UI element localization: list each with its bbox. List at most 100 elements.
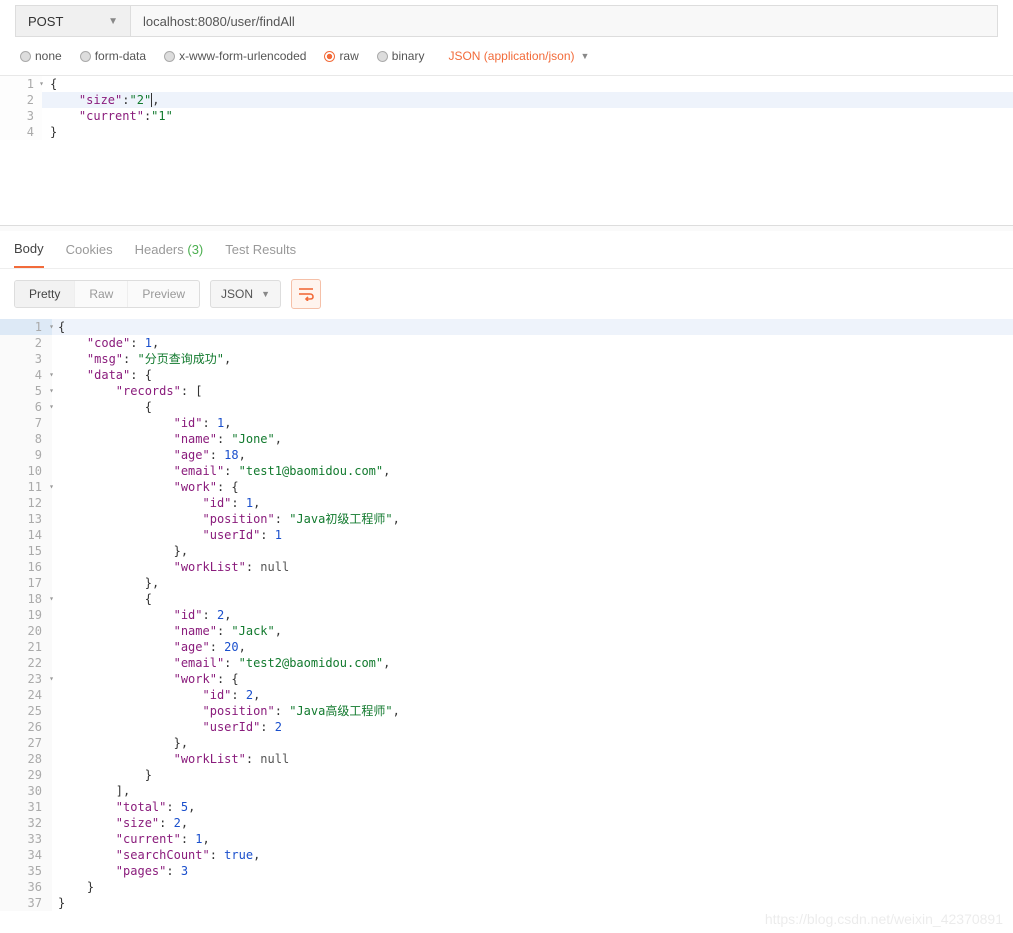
response-line[interactable]: 6▾ {	[0, 399, 1013, 415]
pill-pretty[interactable]: Pretty	[15, 281, 74, 307]
code-content[interactable]: "workList": null	[52, 559, 1013, 575]
radio-raw[interactable]: raw	[324, 49, 358, 63]
code-content[interactable]: "work": {	[52, 479, 1013, 495]
code-content[interactable]: "data": {	[52, 367, 1013, 383]
response-line[interactable]: 28 "workList": null	[0, 751, 1013, 767]
code-content[interactable]: "position": "Java初级工程师",	[52, 511, 1013, 527]
code-content[interactable]: "id": 2,	[52, 687, 1013, 703]
response-line[interactable]: 15 },	[0, 543, 1013, 559]
code-content[interactable]: "searchCount": true,	[52, 847, 1013, 863]
code-content[interactable]: {	[52, 591, 1013, 607]
code-content[interactable]: }	[52, 767, 1013, 783]
code-content[interactable]: "age": 20,	[52, 639, 1013, 655]
fold-caret-icon[interactable]: ▾	[49, 671, 54, 687]
response-line[interactable]: 31 "total": 5,	[0, 799, 1013, 815]
code-content[interactable]: "age": 18,	[52, 447, 1013, 463]
response-line[interactable]: 14 "userId": 1	[0, 527, 1013, 543]
code-content[interactable]: }	[42, 124, 1013, 140]
code-content[interactable]: {	[52, 399, 1013, 415]
code-content[interactable]: "records": [	[52, 383, 1013, 399]
fold-caret-icon[interactable]: ▾	[49, 367, 54, 383]
pill-raw[interactable]: Raw	[74, 281, 127, 307]
response-line[interactable]: 8 "name": "Jone",	[0, 431, 1013, 447]
response-line[interactable]: 34 "searchCount": true,	[0, 847, 1013, 863]
response-line[interactable]: 29 }	[0, 767, 1013, 783]
code-content[interactable]: "total": 5,	[52, 799, 1013, 815]
code-content[interactable]: "userId": 2	[52, 719, 1013, 735]
tab-body[interactable]: Body	[14, 231, 44, 268]
response-line[interactable]: 17 },	[0, 575, 1013, 591]
response-line[interactable]: 37}	[0, 895, 1013, 911]
editor-line[interactable]: 3 "current":"1"	[0, 108, 1013, 124]
fold-caret-icon[interactable]: ▾	[49, 591, 54, 607]
response-line[interactable]: 27 },	[0, 735, 1013, 751]
radio-form-data[interactable]: form-data	[80, 49, 146, 63]
code-content[interactable]: "work": {	[52, 671, 1013, 687]
request-body-editor[interactable]: 1▾{2 "size":"2",3 "current":"1"4}	[0, 75, 1013, 225]
response-line[interactable]: 35 "pages": 3	[0, 863, 1013, 879]
http-method-select[interactable]: POST ▼	[16, 6, 131, 36]
response-line[interactable]: 36 }	[0, 879, 1013, 895]
tab-cookies[interactable]: Cookies	[66, 232, 113, 267]
response-line[interactable]: 13 "position": "Java初级工程师",	[0, 511, 1013, 527]
response-line[interactable]: 26 "userId": 2	[0, 719, 1013, 735]
code-content[interactable]: "size": 2,	[52, 815, 1013, 831]
response-line[interactable]: 1▾{	[0, 319, 1013, 335]
code-content[interactable]: "current": 1,	[52, 831, 1013, 847]
code-content[interactable]: "userId": 1	[52, 527, 1013, 543]
fold-caret-icon[interactable]: ▾	[49, 319, 54, 335]
code-content[interactable]: },	[52, 575, 1013, 591]
response-line[interactable]: 24 "id": 2,	[0, 687, 1013, 703]
radio-none[interactable]: none	[20, 49, 62, 63]
code-content[interactable]: "msg": "分页查询成功",	[52, 351, 1013, 367]
editor-line[interactable]: 4}	[0, 124, 1013, 140]
response-line[interactable]: 4▾ "data": {	[0, 367, 1013, 383]
response-line[interactable]: 20 "name": "Jack",	[0, 623, 1013, 639]
response-line[interactable]: 22 "email": "test2@baomidou.com",	[0, 655, 1013, 671]
code-content[interactable]: "id": 1,	[52, 415, 1013, 431]
code-content[interactable]: "email": "test2@baomidou.com",	[52, 655, 1013, 671]
code-content[interactable]: "pages": 3	[52, 863, 1013, 879]
tab-headers[interactable]: Headers (3)	[135, 232, 204, 267]
url-input[interactable]	[131, 6, 997, 36]
fold-caret-icon[interactable]: ▾	[49, 399, 54, 415]
code-content[interactable]: "workList": null	[52, 751, 1013, 767]
response-format-select[interactable]: JSON ▼	[210, 280, 281, 308]
response-line[interactable]: 33 "current": 1,	[0, 831, 1013, 847]
code-content[interactable]: "position": "Java高级工程师",	[52, 703, 1013, 719]
response-line[interactable]: 19 "id": 2,	[0, 607, 1013, 623]
code-content[interactable]: "id": 1,	[52, 495, 1013, 511]
editor-line[interactable]: 2 "size":"2",	[0, 92, 1013, 108]
code-content[interactable]: "email": "test1@baomidou.com",	[52, 463, 1013, 479]
radio-xwww[interactable]: x-www-form-urlencoded	[164, 49, 306, 63]
response-line[interactable]: 3 "msg": "分页查询成功",	[0, 351, 1013, 367]
pill-preview[interactable]: Preview	[127, 281, 199, 307]
response-line[interactable]: 21 "age": 20,	[0, 639, 1013, 655]
response-line[interactable]: 2 "code": 1,	[0, 335, 1013, 351]
fold-caret-icon[interactable]: ▾	[39, 76, 44, 92]
content-type-select[interactable]: JSON (application/json) ▼	[448, 49, 589, 63]
code-content[interactable]: "name": "Jone",	[52, 431, 1013, 447]
response-line[interactable]: 32 "size": 2,	[0, 815, 1013, 831]
code-content[interactable]: ],	[52, 783, 1013, 799]
response-line[interactable]: 25 "position": "Java高级工程师",	[0, 703, 1013, 719]
code-content[interactable]: {	[42, 76, 1013, 92]
editor-line[interactable]: 1▾{	[0, 76, 1013, 92]
fold-caret-icon[interactable]: ▾	[49, 383, 54, 399]
response-line[interactable]: 10 "email": "test1@baomidou.com",	[0, 463, 1013, 479]
response-body-viewer[interactable]: 1▾{2 "code": 1,3 "msg": "分页查询成功",4▾ "dat…	[0, 319, 1013, 911]
response-line[interactable]: 16 "workList": null	[0, 559, 1013, 575]
code-content[interactable]: "size":"2",	[42, 92, 1013, 108]
code-content[interactable]: "id": 2,	[52, 607, 1013, 623]
response-line[interactable]: 11▾ "work": {	[0, 479, 1013, 495]
code-content[interactable]: }	[52, 879, 1013, 895]
code-content[interactable]: }	[52, 895, 1013, 911]
code-content[interactable]: },	[52, 543, 1013, 559]
response-line[interactable]: 23▾ "work": {	[0, 671, 1013, 687]
response-line[interactable]: 9 "age": 18,	[0, 447, 1013, 463]
code-content[interactable]: },	[52, 735, 1013, 751]
response-line[interactable]: 30 ],	[0, 783, 1013, 799]
code-content[interactable]: "name": "Jack",	[52, 623, 1013, 639]
tab-test-results[interactable]: Test Results	[225, 232, 296, 267]
response-line[interactable]: 5▾ "records": [	[0, 383, 1013, 399]
